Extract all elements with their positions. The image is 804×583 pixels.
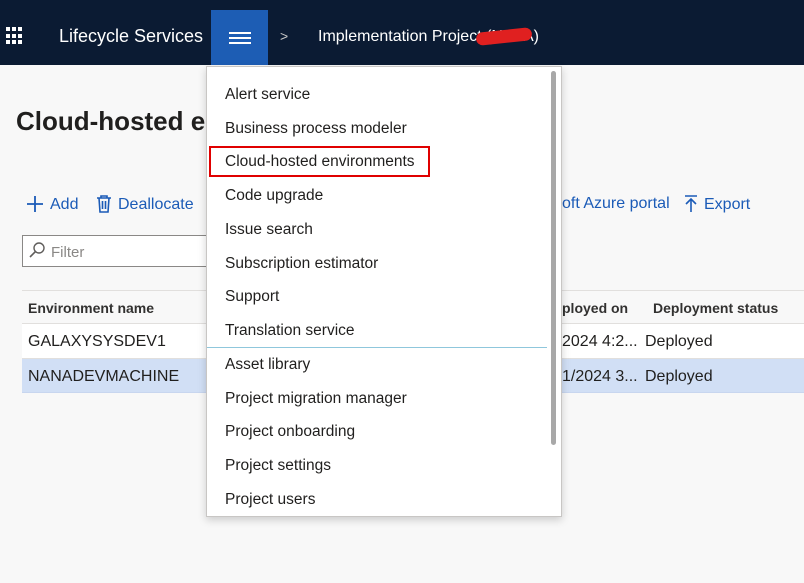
menu-item-business-process-modeler[interactable]: Business process modeler [225, 120, 407, 138]
export-label: Export [704, 196, 751, 213]
menu-divider [207, 347, 547, 348]
deployed-on-cell: 2024 4:2... [562, 333, 638, 350]
app-title[interactable]: Lifecycle Services [59, 26, 203, 47]
environment-name-cell: NANADEVMACHINE [28, 368, 180, 385]
environment-name-cell: GALAXYSYSDEV1 [28, 333, 166, 350]
column-environment-name[interactable]: Environment name [28, 300, 154, 316]
menu-item-project-migration-manager[interactable]: Project migration manager [225, 390, 407, 408]
azure-portal-button[interactable]: oft Azure portal [562, 195, 670, 213]
export-button[interactable]: Export [684, 195, 750, 215]
menu-item-asset-library[interactable]: Asset library [225, 356, 310, 374]
menu-item-project-users[interactable]: Project users [225, 491, 315, 509]
deployment-status-cell: Deployed [645, 368, 713, 385]
page-title: Cloud-hosted e [16, 106, 206, 136]
add-button[interactable]: Add [26, 195, 78, 215]
column-deployment-status[interactable]: Deployment status [653, 300, 778, 316]
menu-item-code-upgrade[interactable]: Code upgrade [225, 187, 323, 205]
hamburger-icon [229, 32, 251, 47]
add-label: Add [50, 196, 79, 213]
navigation-dropdown-menu: Alert service Business process modeler C… [206, 66, 562, 517]
menu-item-translation-service[interactable]: Translation service [225, 322, 355, 340]
search-icon [29, 242, 45, 258]
highlight-box [209, 146, 430, 177]
filter-input[interactable]: Filter [22, 235, 208, 267]
deallocate-label: Deallocate [118, 196, 194, 213]
menu-scrollbar[interactable] [551, 71, 556, 445]
plus-icon [26, 195, 44, 215]
deployment-status-cell: Deployed [645, 333, 713, 350]
app-launcher-icon[interactable] [6, 27, 24, 45]
menu-item-project-settings[interactable]: Project settings [225, 457, 331, 475]
column-deployed-on[interactable]: ployed on [562, 300, 628, 316]
filter-placeholder: Filter [51, 244, 85, 261]
menu-item-alert-service[interactable]: Alert service [225, 86, 310, 104]
deployed-on-cell: 1/2024 3... [562, 368, 638, 385]
menu-item-support[interactable]: Support [225, 288, 279, 306]
azure-portal-label: oft Azure portal [562, 195, 670, 212]
hamburger-menu-button[interactable] [211, 10, 268, 65]
menu-item-issue-search[interactable]: Issue search [225, 221, 313, 239]
top-nav-bar: Lifecycle Services > Implementation Proj… [0, 0, 804, 65]
menu-item-subscription-estimator[interactable]: Subscription estimator [225, 255, 378, 273]
menu-item-project-onboarding[interactable]: Project onboarding [225, 423, 355, 441]
trash-icon [96, 195, 112, 215]
export-icon [684, 195, 698, 215]
breadcrumb-separator: > [280, 28, 289, 44]
deallocate-button[interactable]: Deallocate [96, 195, 194, 215]
